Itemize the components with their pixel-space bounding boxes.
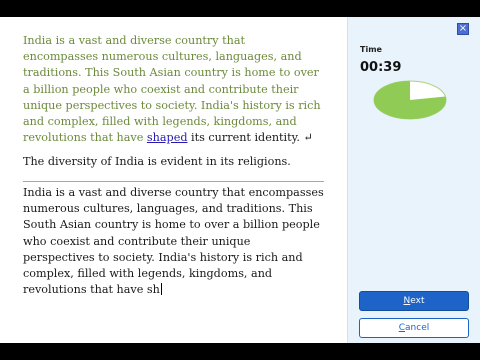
typing-input[interactable]: India is a vast and diverse country that… (23, 185, 325, 298)
cancel-button[interactable]: Cancel (359, 318, 469, 338)
typed-text: India is a vast and diverse country that… (23, 186, 324, 297)
target-text-after-link: its current identity. (187, 131, 300, 145)
next-button[interactable]: Next (359, 291, 469, 311)
close-symbol: × (458, 23, 468, 34)
paragraph-mark-icon: ↵ (303, 131, 313, 145)
divider-line (23, 181, 324, 182)
text-caret (160, 283, 162, 296)
close-icon[interactable]: × (457, 23, 469, 35)
cancel-label-rest: ancel (405, 323, 430, 333)
time-label: Time (360, 45, 382, 54)
typing-test-window: India is a vast and diverse country that… (0, 17, 480, 343)
next-sentence: The diversity of India is evident in its… (23, 155, 291, 168)
target-text-before-link: India is a vast and diverse country that… (23, 34, 321, 145)
exercise-panel: India is a vast and diverse country that… (0, 17, 347, 343)
sidebar: × Time 00:39 Next Cancel (347, 17, 480, 343)
target-current-word-link: shaped (146, 131, 188, 145)
time-value: 00:39 (360, 60, 402, 75)
next-label-rest: ext (410, 296, 425, 306)
target-paragraph: India is a vast and diverse country that… (23, 33, 323, 146)
time-pie-chart (373, 80, 447, 120)
